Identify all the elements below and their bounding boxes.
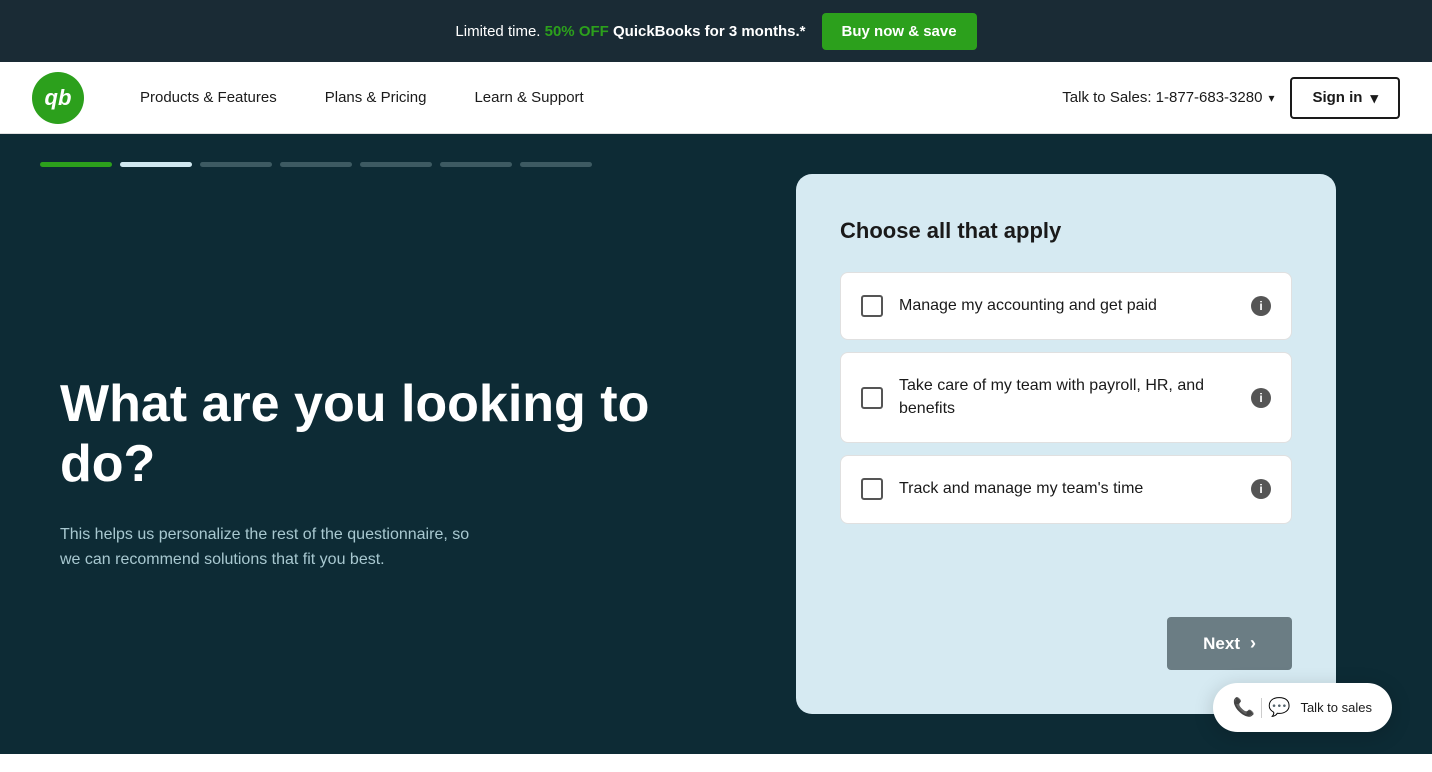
buy-now-button[interactable]: Buy now & save: [822, 13, 977, 50]
logo[interactable]: qb: [32, 72, 84, 124]
banner-prefix: Limited time.: [455, 23, 540, 40]
nav-right: Talk to Sales: 1-877-683-3280 ▾ Sign in …: [1062, 77, 1400, 119]
option-text-1: Manage my accounting and get paid: [899, 295, 1235, 317]
progress-segment-1: [40, 162, 112, 167]
checkbox-3[interactable]: [861, 478, 883, 500]
progress-segment-5: [360, 162, 432, 167]
nav-plans-pricing[interactable]: Plans & Pricing: [301, 62, 451, 134]
nav-products-features[interactable]: Products & Features: [116, 62, 301, 134]
left-panel: What are you looking to do? This helps u…: [0, 134, 720, 754]
progress-bar: [40, 162, 592, 167]
progress-segment-2: [120, 162, 192, 167]
quiz-footer: Next ›: [840, 597, 1292, 670]
banner-text: Limited time. 50% OFF QuickBooks for 3 m…: [455, 23, 805, 40]
next-button[interactable]: Next ›: [1167, 617, 1292, 670]
progress-segment-7: [520, 162, 592, 167]
navbar: qb Products & Features Plans & Pricing L…: [0, 62, 1432, 134]
option-card-2[interactable]: Take care of my team with payroll, HR, a…: [840, 352, 1292, 443]
chevron-down-icon: ▾: [1268, 91, 1274, 105]
logo-text: qb: [45, 85, 72, 111]
talk-to-sales-float-label: Talk to sales: [1300, 700, 1372, 715]
checkbox-2[interactable]: [861, 387, 883, 409]
phone-icon: 📞: [1233, 697, 1255, 718]
banner-suffix: QuickBooks for 3 months.*: [613, 23, 806, 40]
chat-icon: 💬: [1268, 697, 1290, 718]
chevron-down-icon: ▾: [1370, 89, 1378, 107]
main-heading: What are you looking to do?: [60, 375, 680, 495]
talk-to-sales-float[interactable]: 📞 💬 Talk to sales: [1213, 683, 1392, 732]
sign-in-label: Sign in: [1312, 89, 1362, 106]
info-icon-3[interactable]: i: [1251, 479, 1271, 499]
progress-segment-4: [280, 162, 352, 167]
talk-sales-icons: 📞 💬: [1233, 697, 1291, 718]
option-card-3[interactable]: Track and manage my team's time i: [840, 455, 1292, 523]
next-label: Next: [1203, 634, 1240, 654]
option-text-2: Take care of my team with payroll, HR, a…: [899, 375, 1235, 420]
checkbox-1[interactable]: [861, 295, 883, 317]
info-icon-1[interactable]: i: [1251, 296, 1271, 316]
main-subtext: This helps us personalize the rest of th…: [60, 523, 480, 573]
option-card-1[interactable]: Manage my accounting and get paid i: [840, 272, 1292, 340]
info-icon-2[interactable]: i: [1251, 388, 1271, 408]
progress-segment-3: [200, 162, 272, 167]
option-text-3: Track and manage my team's time: [899, 478, 1235, 500]
nav-links: Products & Features Plans & Pricing Lear…: [116, 62, 1062, 134]
right-panel: Choose all that apply Manage my accounti…: [720, 134, 1432, 754]
main-content: What are you looking to do? This helps u…: [0, 134, 1432, 754]
progress-segment-6: [440, 162, 512, 167]
quiz-title: Choose all that apply: [840, 218, 1292, 244]
talk-to-sales-link[interactable]: Talk to Sales: 1-877-683-3280 ▾: [1062, 89, 1274, 106]
talk-to-sales-label: Talk to Sales: 1-877-683-3280: [1062, 89, 1262, 106]
vertical-divider: [1261, 698, 1262, 718]
banner-highlight: 50% OFF: [545, 23, 609, 40]
next-arrow-icon: ›: [1250, 633, 1256, 654]
quiz-card: Choose all that apply Manage my accounti…: [796, 174, 1336, 714]
top-banner: Limited time. 50% OFF QuickBooks for 3 m…: [0, 0, 1432, 62]
nav-learn-support[interactable]: Learn & Support: [450, 62, 607, 134]
sign-in-button[interactable]: Sign in ▾: [1290, 77, 1400, 119]
